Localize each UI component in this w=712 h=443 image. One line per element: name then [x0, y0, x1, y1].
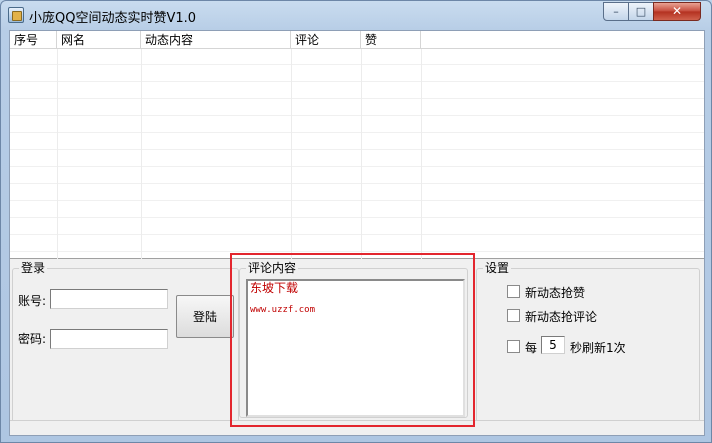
title-bar[interactable]: 小庞QQ空间动态实时赞V1.0 – □ ✕	[1, 1, 711, 29]
auto-like-label[interactable]: 新动态抢赞	[525, 284, 585, 301]
client-area: 序号 网名 动态内容 评论 赞 登录 账号: 密码: 登陆 评论内容 东坡下载 …	[9, 30, 705, 436]
close-button[interactable]: ✕	[653, 2, 701, 21]
login-button[interactable]: 登陆	[176, 295, 234, 338]
login-group: 登录 账号: 密码: 登陆	[12, 261, 239, 426]
column-header-nickname[interactable]: 网名	[57, 31, 141, 49]
column-divider	[57, 49, 58, 259]
feed-list[interactable]: 序号 网名 动态内容 评论 赞	[10, 31, 704, 259]
column-divider	[361, 49, 362, 259]
column-header-index[interactable]: 序号	[10, 31, 57, 49]
settings-group: 设置 新动态抢赞 新动态抢评论 每 秒刷新1次	[476, 261, 700, 426]
maximize-button[interactable]: □	[628, 2, 654, 21]
login-group-title: 登录	[19, 261, 48, 275]
refresh-prefix-label: 每	[525, 341, 538, 355]
account-label: 账号:	[18, 294, 47, 308]
refresh-checkbox[interactable]	[507, 340, 520, 353]
refresh-interval-input[interactable]	[541, 336, 565, 354]
list-header: 序号 网名 动态内容 评论 赞	[10, 31, 704, 49]
auto-comment-label[interactable]: 新动态抢评论	[525, 308, 597, 325]
account-input[interactable]	[50, 289, 168, 309]
column-divider	[141, 49, 142, 259]
app-window: 小庞QQ空间动态实时赞V1.0 – □ ✕ 序号 网名 动态内容 评论 赞 登录…	[0, 0, 712, 443]
password-label: 密码:	[18, 332, 47, 346]
app-icon	[8, 7, 24, 23]
auto-comment-checkbox[interactable]	[507, 309, 520, 322]
column-divider	[421, 49, 422, 259]
column-divider	[291, 49, 292, 259]
window-title: 小庞QQ空间动态实时赞V1.0	[29, 11, 197, 26]
settings-group-title: 设置	[483, 261, 512, 275]
password-input[interactable]	[50, 329, 168, 349]
minimize-button[interactable]: –	[603, 2, 629, 21]
column-header-like[interactable]: 赞	[361, 31, 421, 49]
highlight-frame	[230, 253, 475, 427]
column-header-comment[interactable]: 评论	[291, 31, 361, 49]
auto-like-checkbox[interactable]	[507, 285, 520, 298]
column-header-content[interactable]: 动态内容	[141, 31, 291, 49]
refresh-suffix-label: 秒刷新1次	[570, 341, 626, 355]
